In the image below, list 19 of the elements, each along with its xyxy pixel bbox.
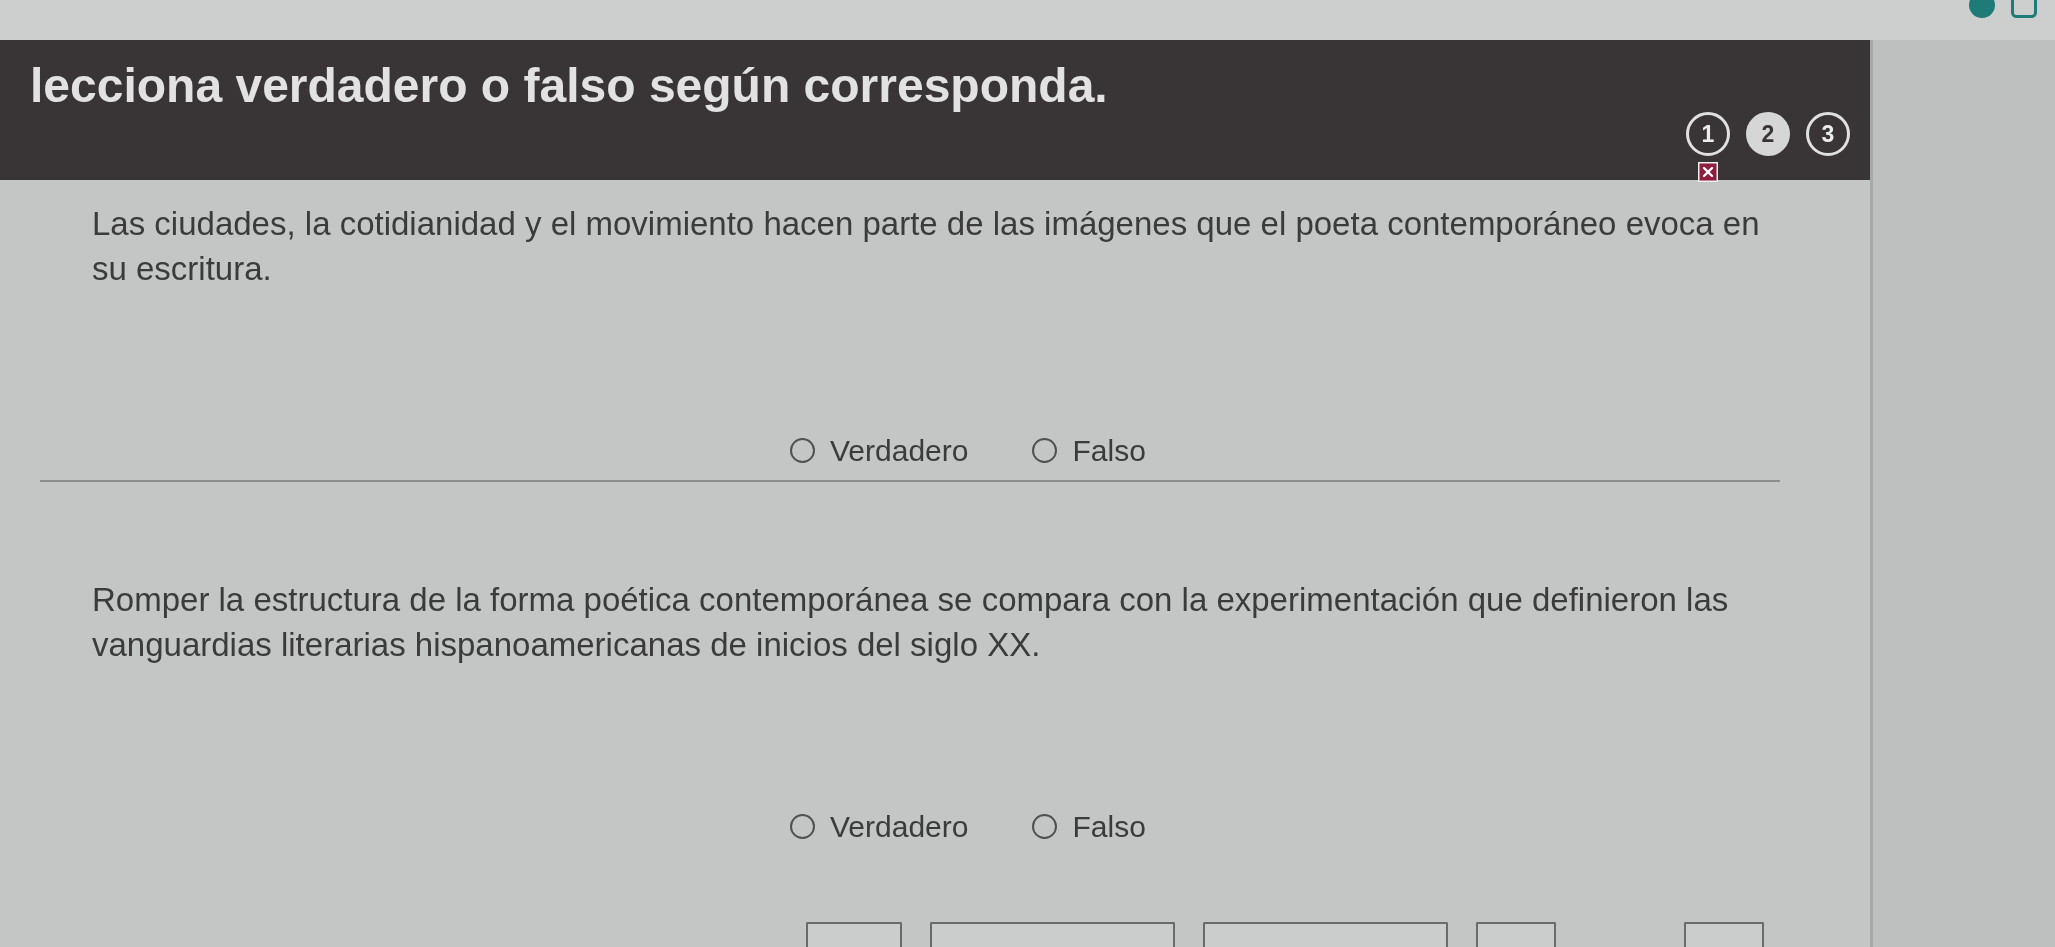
footer-button[interactable] (806, 922, 902, 947)
footer-button[interactable] (1203, 922, 1448, 947)
radio-icon[interactable] (790, 438, 815, 464)
step-button[interactable]: 2 (1746, 112, 1790, 156)
footer-button[interactable] (1684, 922, 1764, 947)
question-text: Romper la estructura de la forma poética contemporánea se compara con la experimentación que definieron las vanguardias literarias hispanoamericanas de inicios del siglo XX. (92, 580, 1730, 665)
radio-icon[interactable] (790, 814, 815, 840)
radio-icon[interactable] (1032, 814, 1058, 840)
footer-button[interactable] (930, 922, 1175, 947)
radio-option[interactable]: Falso (1032, 807, 1146, 847)
step-button[interactable]: 1 (1686, 112, 1730, 156)
radio-option[interactable]: Verdadero (790, 807, 969, 847)
question-text: Las ciudades, la cotidianidad y el movimiento hacen parte de las imágenes que el poeta contemporáneo evoca en su escritura. (92, 204, 1761, 289)
step-button[interactable]: 3 (1806, 112, 1850, 156)
radio-icon[interactable] (1032, 438, 1058, 464)
radio-option[interactable]: Falso (1032, 431, 1146, 471)
radio-option[interactable]: Verdadero (790, 431, 969, 471)
footer-button[interactable] (1476, 922, 1556, 947)
header-title: lecciona verdadero o falso según corresponda. (29, 58, 1108, 114)
